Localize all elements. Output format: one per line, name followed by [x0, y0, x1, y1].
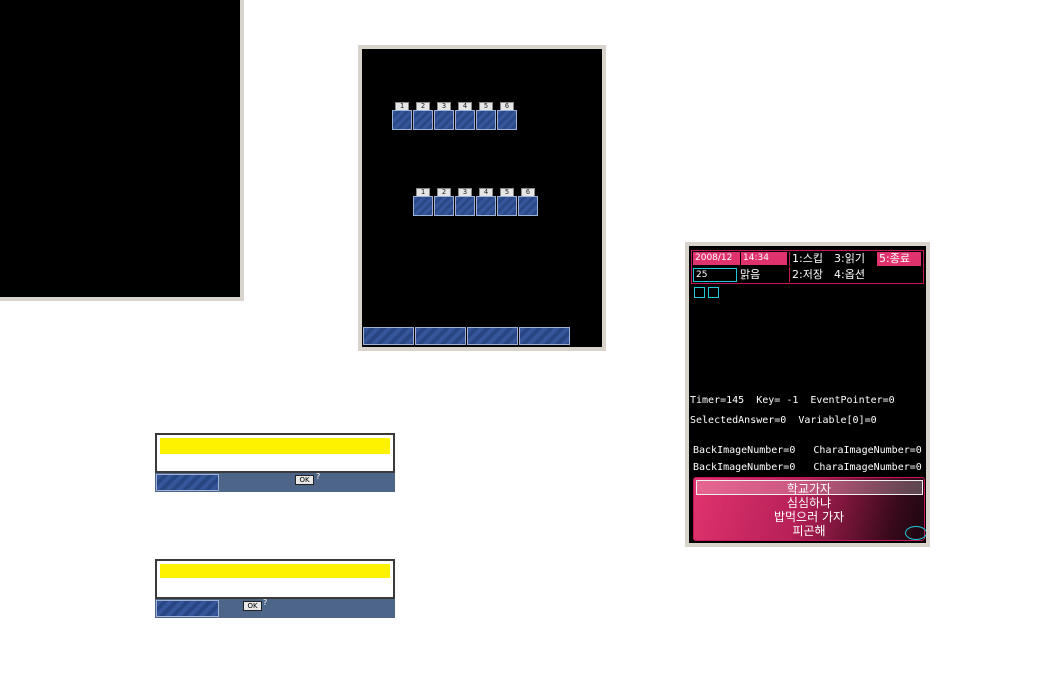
dialog-toolbar: OK ?: [155, 598, 395, 618]
slot-tile[interactable]: 1: [392, 102, 412, 130]
black-preview-panel: [0, 0, 244, 301]
slot-box: [413, 110, 433, 130]
game-screen: 2008/12 14:34 25 맑음 1:스킵 2:저장 3:읽기 4:옵션 …: [689, 246, 926, 543]
quit-button[interactable]: 5:종료: [877, 252, 921, 266]
options-button[interactable]: 4:옵션: [834, 267, 876, 282]
dialog-message-box: [155, 559, 395, 599]
dialog-message-box: [155, 433, 395, 473]
slot-tile[interactable]: 6: [497, 102, 517, 130]
slot-box: [476, 196, 496, 216]
debug-line: BackImageNumber=0 CharaImageNumber=0: [693, 445, 922, 456]
slot-box: [413, 196, 433, 216]
slot-box: [497, 110, 517, 130]
debug-line: SelectedAnswer=0 Variable[0]=0: [690, 415, 877, 426]
choice-option[interactable]: 피곤해: [694, 522, 924, 539]
weather-display: 맑음: [740, 268, 761, 281]
slot-tile[interactable]: 4: [455, 102, 475, 130]
slot-tile[interactable]: 3: [455, 188, 475, 216]
hud-panel: 2008/12 14:34 25 맑음 1:스킵 2:저장 3:읽기 4:옵션 …: [691, 250, 924, 284]
slot-tile[interactable]: 1: [413, 188, 433, 216]
dialog-highlight: [160, 438, 390, 454]
dialog-menu-button[interactable]: [156, 474, 219, 491]
date-display: 2008/12: [693, 252, 740, 265]
slot-box: [455, 110, 475, 130]
slot-box: [434, 196, 454, 216]
ok-button[interactable]: OK: [243, 601, 262, 611]
slot-tile[interactable]: 2: [413, 102, 433, 130]
save-button[interactable]: 2:저장: [789, 267, 831, 282]
slot-tile[interactable]: 5: [497, 188, 517, 216]
debug-line: BackImageNumber=0 CharaImageNumber=0: [693, 462, 922, 473]
indicator-square: [708, 287, 719, 298]
bottom-button-4[interactable]: [519, 327, 570, 345]
game-screen-frame: 2008/12 14:34 25 맑음 1:스킵 2:저장 3:읽기 4:옵션 …: [685, 242, 930, 547]
debug-line: Timer=145 Key= -1 EventPointer=0: [690, 395, 895, 406]
slot-box: [497, 196, 517, 216]
dialog-highlight: [160, 564, 390, 578]
time-display: 14:34: [741, 252, 787, 265]
choice-menu: 학교가자 심심하냐 밥먹으러 가자 피곤해: [693, 477, 926, 541]
indicator-square: [694, 287, 705, 298]
next-indicator-icon[interactable]: [905, 526, 926, 540]
slot-box: [434, 110, 454, 130]
day-display: 25: [693, 268, 737, 282]
slot-window-canvas: 1 2 3 4 5 6 1 2 3 4 5 6: [362, 49, 602, 347]
dialog-menu-button[interactable]: [156, 600, 219, 617]
slot-tile[interactable]: 2: [434, 188, 454, 216]
skip-button[interactable]: 1:스킵: [789, 252, 831, 266]
slot-tile[interactable]: 6: [518, 188, 538, 216]
slot-box: [476, 110, 496, 130]
help-icon[interactable]: ?: [316, 472, 320, 481]
bottom-button-3[interactable]: [467, 327, 518, 345]
dialog-toolbar: OK ?: [155, 472, 395, 492]
slot-box: [518, 196, 538, 216]
load-button[interactable]: 3:읽기: [834, 252, 876, 266]
slot-tile[interactable]: 5: [476, 102, 496, 130]
ok-button[interactable]: OK: [295, 475, 314, 485]
slot-tile[interactable]: 4: [476, 188, 496, 216]
slot-tile[interactable]: 3: [434, 102, 454, 130]
slot-box: [455, 196, 475, 216]
bottom-button-1[interactable]: [363, 327, 414, 345]
slot-window: 1 2 3 4 5 6 1 2 3 4 5 6: [358, 45, 606, 351]
bottom-button-2[interactable]: [415, 327, 466, 345]
slot-box: [392, 110, 412, 130]
help-icon[interactable]: ?: [263, 598, 267, 607]
